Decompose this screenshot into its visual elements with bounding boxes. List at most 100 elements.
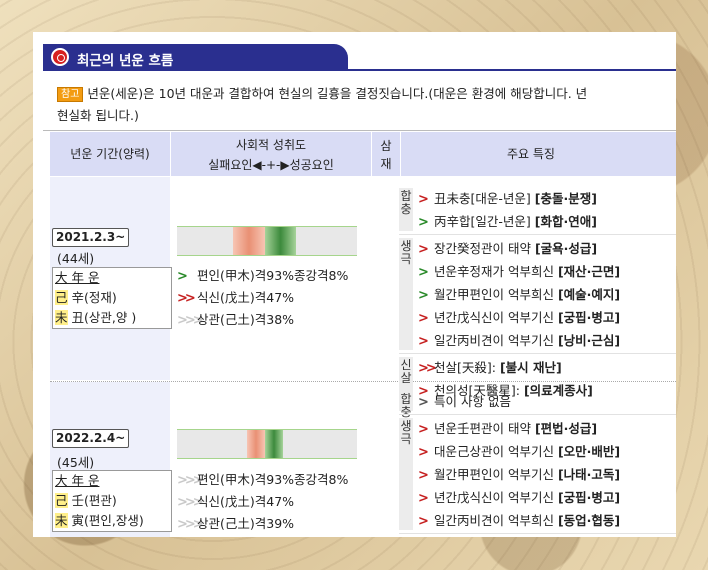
- gyeok-line: >>>상관(己土)격38%: [177, 309, 294, 328]
- section-title: 최근의 년운 흐름: [77, 53, 174, 69]
- arrow-icon: >: [418, 491, 429, 506]
- header-social: 사회적 성취도 실패요인◀-+-▶성공요인: [171, 132, 371, 176]
- gyeok-text: 편인(甲木)격93%종강격8%: [197, 472, 349, 487]
- divider: [43, 130, 676, 131]
- feature-text: 년간戊식신이 억부기신: [434, 310, 558, 325]
- header-period: 년운 기간(양력): [50, 132, 170, 176]
- feature-text: 월간甲편인이 억부기신: [434, 467, 558, 482]
- notice-text: 참고 년운(세운)은 10년 대운과 결합하여 현실의 길흉을 결정짓습니다.(대…: [57, 83, 676, 127]
- group-label: 생극: [399, 238, 413, 350]
- gyeok-text: 식신(戊土)격47%: [197, 290, 295, 305]
- arrow-icon: >>>: [177, 313, 204, 328]
- arrow-icon: >>: [418, 361, 437, 376]
- content-panel: 최근의 년운 흐름 참고 년운(세운)은 10년 대운과 결합하여 현실의 길흉을…: [33, 32, 676, 537]
- feature-item: > 장간癸정관이 태약 [굴욕·성급]: [418, 237, 597, 261]
- feature-item: > 일간丙비견이 억부기신 [낭비·근심]: [418, 329, 620, 353]
- daeun-branch: 未 寅(편인,장생): [53, 511, 171, 531]
- arrow-icon: >: [418, 192, 429, 207]
- header-samjae: 삼재: [372, 132, 400, 176]
- achievement-bar-2021: [177, 226, 357, 256]
- feature-keyword: [나태·고독]: [557, 467, 621, 482]
- feature-item: > 특이 사항 없음: [418, 390, 511, 414]
- feature-item: > 일간丙비견이 억부희신 [동업·협동]: [418, 509, 620, 533]
- feature-text: 년운辛정재가 억부희신: [434, 264, 558, 279]
- daeun-char: 壬(편관): [67, 493, 117, 508]
- bar-fail-segment: [232, 227, 266, 255]
- daeun-header: 大 年 운: [55, 270, 100, 285]
- daeun-branch: 未 丑(상관,양 ): [53, 308, 171, 328]
- arrow-icon: >: [418, 265, 429, 280]
- gyeok-text: 편인(甲木)격93%종강격8%: [197, 268, 349, 283]
- gyeok-text: 상관(己土)격39%: [197, 516, 295, 531]
- feature-keyword: [재산·근면]: [557, 264, 621, 279]
- feature-item: > 년운辛정재가 억부희신 [재산·근면]: [418, 260, 620, 284]
- arrow-icon: >: [418, 395, 429, 410]
- arrow-icon: >: [418, 514, 429, 529]
- period-2022[interactable]: 2022.2.4: [52, 429, 130, 448]
- target-icon: [51, 48, 69, 66]
- daeun-char: 己: [55, 493, 68, 508]
- arrow-icon: >: [418, 311, 429, 326]
- feature-item: > 월간甲편인이 억부기신 [나태·고독]: [418, 463, 620, 487]
- daeun-box-2022: 大 年 운 己 壬(편관) 未 寅(편인,장생): [52, 470, 172, 532]
- feature-item: > 丑未충[대운-년운] [충돌·분쟁]: [418, 187, 597, 211]
- feature-text: 장간癸정관이 태약: [434, 241, 535, 256]
- achievement-bar-2022: [177, 429, 357, 459]
- gyeok-line: >>>식신(戊土)격47%: [177, 491, 294, 510]
- group-divider: [399, 234, 676, 235]
- group-label: 합충: [399, 391, 413, 419]
- group-label: 생극: [399, 418, 413, 530]
- feature-keyword: [충돌·분쟁]: [534, 191, 597, 206]
- arrow-icon: >: [418, 242, 429, 257]
- arrow-icon: >>: [177, 291, 196, 306]
- daeun-stem: 己 辛(정재): [53, 288, 171, 308]
- feature-text: 천살[天殺]:: [434, 360, 500, 375]
- feature-keyword: [궁핍·병고]: [557, 310, 621, 325]
- feature-item: > 월간甲편인이 억부희신 [예술·예지]: [418, 283, 620, 307]
- arrow-icon: >: [418, 445, 429, 460]
- arrow-icon: >: [418, 288, 429, 303]
- row-2-samjae-cell: [372, 382, 400, 537]
- notice-line-1: 년운(세운)은 10년 대운과 결합하여 현실의 길흉을 결정짓습니다.(대운은…: [87, 86, 588, 101]
- feature-item: > 년간戊식신이 억부기신 [궁핍·병고]: [418, 486, 620, 510]
- gyeok-line: > 편인(甲木)격93%종강격8%: [177, 265, 348, 284]
- gyeok-line: >>>편인(甲木)격93%종강격8%: [177, 469, 348, 488]
- daeun-box-2021: 大 年 운 己 辛(정재) 未 丑(상관,양 ): [52, 267, 172, 329]
- bar-fail-segment: [247, 430, 266, 458]
- daeun-header: 大 年 운: [55, 473, 100, 488]
- section-title-bar: 최근의 년운 흐름: [43, 44, 348, 70]
- arrow-icon: >: [418, 422, 429, 437]
- period-2021[interactable]: 2021.2.3: [52, 228, 130, 247]
- arrow-icon: >: [177, 269, 188, 284]
- row-1-samjae-cell: [372, 177, 400, 380]
- age-45: (45세): [57, 455, 95, 470]
- feature-text: 일간丙비견이 억부기신: [434, 333, 558, 348]
- feature-keyword: [낭비·근심]: [557, 333, 621, 348]
- feature-text: 월간甲편인이 억부희신: [434, 287, 558, 302]
- arrow-icon: >>>: [177, 473, 204, 488]
- feature-keyword: [궁핍·병고]: [557, 490, 621, 505]
- arrow-icon: >: [418, 468, 429, 483]
- feature-text: 丙辛합[일간-년운]: [434, 214, 535, 229]
- feature-keyword: [화합·연애]: [534, 214, 597, 229]
- bar-success-segment: [265, 227, 296, 255]
- bar-success-segment: [265, 430, 284, 458]
- age-44: (44세): [57, 251, 95, 266]
- feature-keyword: [의료계종사]: [523, 383, 593, 398]
- feature-keyword: [불시 재난]: [499, 360, 562, 375]
- feature-keyword: [예술·예지]: [557, 287, 621, 302]
- notice-badge: 참고: [57, 87, 84, 102]
- feature-text: 년운壬편관이 태약: [434, 421, 535, 436]
- daeun-stem: 己 壬(편관): [53, 491, 171, 511]
- feature-text: 년간戊식신이 억부기신: [434, 490, 558, 505]
- feature-text: 특이 사항 없음: [434, 394, 511, 409]
- arrow-icon: >>>: [177, 495, 204, 510]
- feature-keyword: [편법·성급]: [534, 421, 598, 436]
- group-divider: [399, 353, 676, 354]
- daeun-char: 辛(정재): [67, 290, 117, 305]
- feature-text: 일간丙비견이 억부희신: [434, 513, 558, 528]
- daeun-char: 未: [55, 310, 68, 325]
- arrow-icon: >: [418, 215, 429, 230]
- feature-item: > 대운己상관이 억부기신 [오만·배반]: [418, 440, 620, 464]
- header-social-title: 사회적 성취도: [235, 138, 307, 152]
